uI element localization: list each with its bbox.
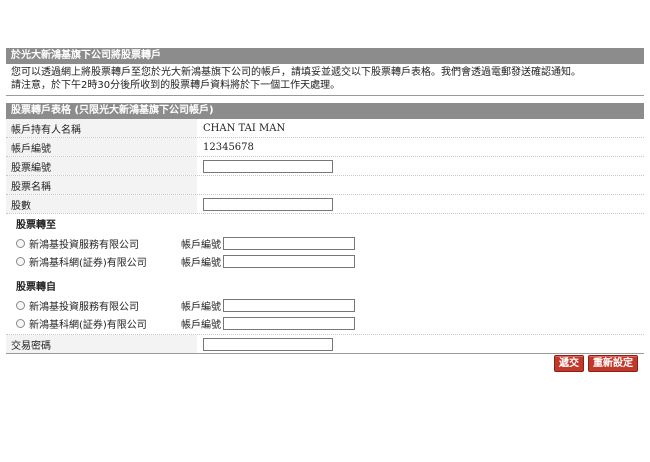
- transfer-to-heading: 股票轉至: [16, 220, 56, 231]
- radio-icon[interactable]: [16, 238, 25, 248]
- account-number-label: 帳戶編號: [181, 301, 221, 313]
- account-value: 12345678: [203, 141, 254, 153]
- stock-name-row: 股票名稱: [6, 176, 644, 195]
- action-buttons: 遞交 重新設定: [554, 355, 638, 372]
- holder-label: 帳戶持有人名稱: [6, 119, 197, 137]
- transfer-section-header: 於光大新鴻基旗下公司將股票轉戶: [6, 48, 644, 64]
- quantity-row: 股數: [6, 195, 644, 214]
- stock-code-label: 股票編號: [6, 157, 197, 175]
- notice-line-1: 您可以透過網上將股票轉戶至您於光大新鴻基旗下公司的帳戶，請填妥並遞交以下股票轉戶…: [11, 67, 581, 78]
- company-label: 新鴻基科網(証券)有限公司: [29, 319, 147, 331]
- holder-value: CHAN TAI MAN: [203, 122, 286, 134]
- stock-code-input[interactable]: [203, 159, 333, 173]
- stock-name-label: 股票名稱: [6, 176, 197, 194]
- password-label: 交易密碼: [6, 335, 197, 353]
- account-number-label: 帳戶編號: [181, 239, 221, 251]
- submit-button[interactable]: 遞交: [554, 355, 584, 372]
- company-label: 新鴻基投資服務有限公司: [29, 239, 139, 251]
- transfer-to-option-2[interactable]: 新鴻基科網(証券)有限公司 帳戶編號: [6, 252, 644, 270]
- transfer-to-option-1[interactable]: 新鴻基投資服務有限公司 帳戶編號: [6, 234, 644, 252]
- transfer-notice: 您可以透過網上將股票轉戶至您於光大新鴻基旗下公司的帳戶，請填妥並遞交以下股票轉戶…: [6, 64, 644, 96]
- stock-code-row: 股票編號: [6, 157, 644, 176]
- reset-button[interactable]: 重新設定: [588, 355, 638, 372]
- transfer-to-account-input-2[interactable]: [223, 254, 355, 268]
- transfer-from-option-1[interactable]: 新鴻基投資服務有限公司 帳戶編號: [6, 296, 644, 314]
- transfer-from-option-2[interactable]: 新鴻基科網(証券)有限公司 帳戶編號: [6, 314, 644, 332]
- transfer-to-section: 股票轉至 新鴻基投資服務有限公司 帳戶編號 新鴻基科網(証券)有限公司 帳戶編號…: [6, 214, 644, 335]
- quantity-label: 股數: [6, 195, 197, 213]
- form-header: 股票轉戶表格 (只限光大新鴻基旗下公司帳戶): [6, 103, 644, 119]
- company-label: 新鴻基投資服務有限公司: [29, 301, 139, 313]
- notice-line-2: 請注意，於下午2時30分後所收到的股票轉戶資料將於下一個工作天處理。: [11, 80, 341, 91]
- transfer-from-heading: 股票轉自: [16, 282, 56, 293]
- account-row: 帳戶編號 12345678: [6, 138, 644, 157]
- password-row: 交易密碼: [6, 335, 644, 354]
- radio-icon[interactable]: [16, 300, 25, 310]
- holder-row: 帳戶持有人名稱 CHAN TAI MAN: [6, 119, 644, 138]
- account-label: 帳戶編號: [6, 138, 197, 156]
- password-input[interactable]: [203, 337, 333, 351]
- quantity-input[interactable]: [203, 197, 333, 211]
- transfer-to-account-input-1[interactable]: [223, 236, 355, 250]
- transfer-from-account-input-2[interactable]: [223, 316, 355, 330]
- radio-icon[interactable]: [16, 256, 25, 266]
- transfer-from-account-input-1[interactable]: [223, 298, 355, 312]
- account-number-label: 帳戶編號: [181, 257, 221, 269]
- account-number-label: 帳戶編號: [181, 319, 221, 331]
- radio-icon[interactable]: [16, 318, 25, 328]
- main-container: 於光大新鴻基旗下公司將股票轉戶 您可以透過網上將股票轉戶至您於光大新鴻基旗下公司…: [6, 48, 644, 354]
- company-label: 新鴻基科網(証券)有限公司: [29, 257, 147, 269]
